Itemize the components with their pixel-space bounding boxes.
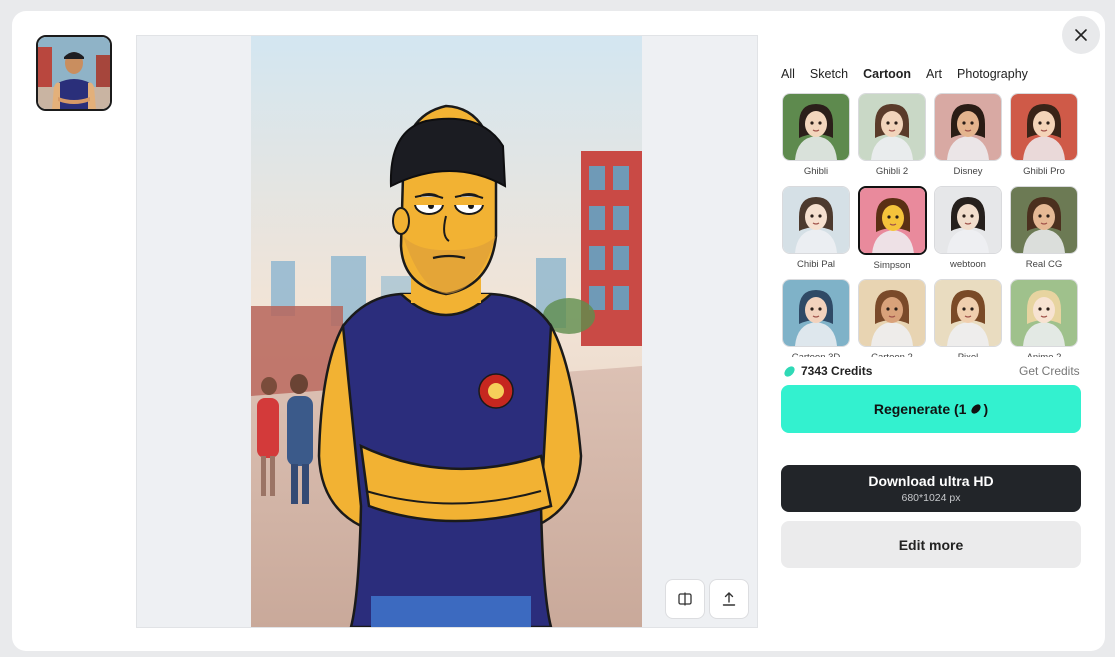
style-preview-image bbox=[934, 279, 1002, 347]
original-photo-thumbnail[interactable] bbox=[36, 35, 112, 111]
style-option-simpson[interactable]: Simpson bbox=[857, 186, 927, 271]
compare-button[interactable] bbox=[665, 579, 705, 619]
tab-sketch[interactable]: Sketch bbox=[810, 67, 848, 81]
style-option-chibi-pal[interactable]: Chibi Pal bbox=[781, 186, 851, 270]
regenerate-suffix: ) bbox=[983, 401, 989, 417]
style-label: Cartoon 2 bbox=[857, 352, 927, 357]
style-grid: Ghibli Ghibli 2 Disney Ghibli Pro Chibi Pal S… bbox=[781, 91, 1081, 357]
style-option-ghibli[interactable]: Ghibli bbox=[781, 93, 851, 177]
close-button[interactable] bbox=[1062, 16, 1100, 54]
get-credits-link[interactable]: Get Credits bbox=[1019, 364, 1080, 378]
style-label: Pixel bbox=[933, 352, 1003, 357]
style-option-ghibli-2[interactable]: Ghibli 2 bbox=[857, 93, 927, 177]
style-preview-image bbox=[934, 186, 1002, 254]
credits-text: 7343 Credits bbox=[801, 364, 873, 378]
style-option-real-cg[interactable]: Real CG bbox=[1009, 186, 1079, 270]
style-option-ghibli-pro[interactable]: Ghibli Pro bbox=[1009, 93, 1079, 177]
style-option-cartoon-3d[interactable]: Cartoon 3D bbox=[781, 279, 851, 357]
regenerate-button[interactable]: Regenerate (1 ) bbox=[781, 385, 1081, 433]
style-preview-image bbox=[782, 279, 850, 347]
share-button[interactable] bbox=[709, 579, 749, 619]
download-size: 680*1024 px bbox=[901, 492, 961, 504]
compare-icon bbox=[678, 592, 692, 606]
style-label: Cartoon 3D bbox=[781, 352, 851, 357]
style-label: Ghibli 2 bbox=[875, 166, 909, 177]
share-icon bbox=[722, 592, 736, 606]
style-preview-image bbox=[858, 279, 926, 347]
tab-all[interactable]: All bbox=[781, 67, 795, 81]
close-icon bbox=[1075, 29, 1087, 41]
tab-photography[interactable]: Photography bbox=[957, 67, 1028, 81]
style-preview-image bbox=[782, 186, 850, 254]
style-preview-image bbox=[934, 93, 1002, 161]
credit-coin-icon bbox=[971, 404, 982, 414]
style-preview-image bbox=[782, 93, 850, 161]
result-canvas bbox=[136, 35, 758, 628]
style-option-pixel[interactable]: Pixel bbox=[933, 279, 1003, 357]
style-option-webtoon[interactable]: webtoon bbox=[933, 186, 1003, 270]
download-hd-button[interactable]: Download ultra HD 680*1024 px bbox=[781, 465, 1081, 512]
style-label: webtoon bbox=[950, 259, 986, 270]
style-preview-image bbox=[1010, 186, 1078, 254]
style-preview-image bbox=[858, 93, 926, 161]
style-label: Ghibli bbox=[803, 166, 829, 177]
style-label: Real CG bbox=[1025, 259, 1063, 270]
style-option-anime-2[interactable]: Anime 2 bbox=[1009, 279, 1079, 357]
style-label: Chibi Pal bbox=[796, 259, 836, 270]
tab-art[interactable]: Art bbox=[926, 67, 942, 81]
tab-cartoon[interactable]: Cartoon bbox=[863, 67, 911, 81]
style-label: Ghibli Pro bbox=[1023, 166, 1065, 177]
style-label: Anime 2 bbox=[1009, 352, 1079, 357]
style-label: Simpson bbox=[873, 260, 911, 271]
generated-image bbox=[251, 36, 642, 627]
download-title: Download ultra HD bbox=[868, 473, 994, 489]
credits-balance: 7343 Credits bbox=[783, 364, 872, 378]
style-preview-image bbox=[857, 186, 927, 255]
style-preview-image bbox=[1010, 279, 1078, 347]
style-preview-image bbox=[1010, 93, 1078, 161]
style-category-tabs: All Sketch Cartoon Art Photography bbox=[781, 67, 1043, 81]
edit-more-button[interactable]: Edit more bbox=[781, 521, 1081, 568]
style-option-disney[interactable]: Disney bbox=[933, 93, 1003, 177]
credit-coin-icon bbox=[784, 365, 795, 377]
style-option-cartoon-2[interactable]: Cartoon 2 bbox=[857, 279, 927, 357]
style-label: Disney bbox=[953, 166, 983, 177]
regenerate-label: Regenerate (1 bbox=[873, 401, 967, 417]
result-modal: All Sketch Cartoon Art Photography Ghibl… bbox=[12, 11, 1105, 651]
